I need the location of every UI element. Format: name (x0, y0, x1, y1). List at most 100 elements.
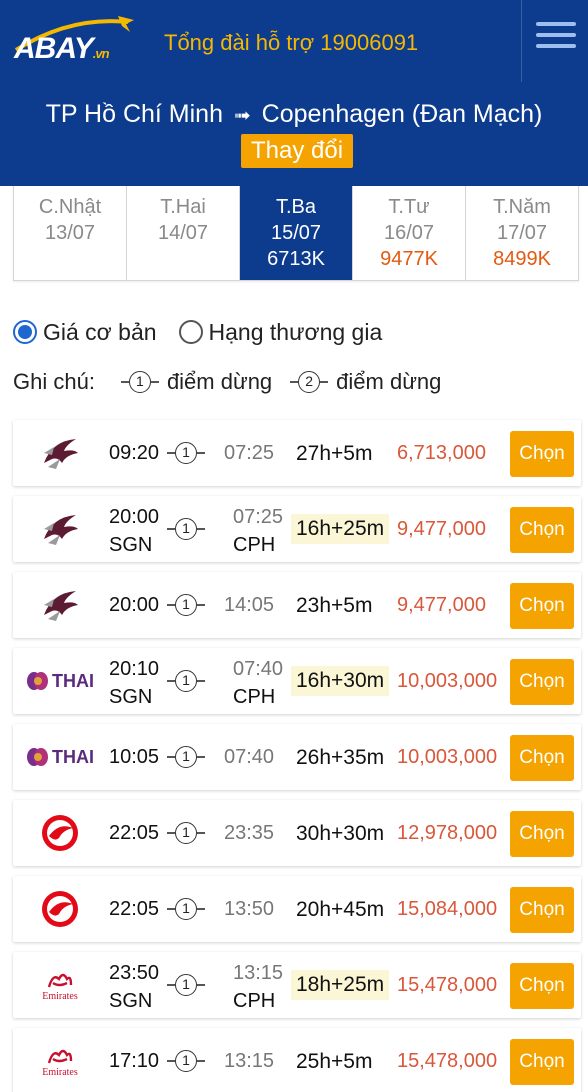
flight-row[interactable]: THAI 10:05 1 07:40 26h+35m 10,003,000 Chọn (13, 724, 581, 790)
departure-time: 22:05 (109, 822, 160, 844)
departure-airport-code: SGN (109, 990, 153, 1012)
abay-logo[interactable]: ABAY.vn (10, 10, 140, 70)
date-tab-date: 14/07 (157, 222, 209, 244)
select-flight-button[interactable]: Chọn (510, 507, 574, 553)
flight-row[interactable]: Emirates 17:10 1 13:15 25h+5m 15,478,000 Chọn (13, 1028, 581, 1092)
date-tab[interactable]: T.Năm 17/07 8499K (466, 186, 578, 280)
one-stop-icon: 1 (167, 746, 205, 768)
one-stop-icon: 1 (167, 670, 205, 692)
select-flight-button[interactable]: Chọn (510, 659, 574, 705)
flight-times: 20:00 1 07:25 SGN CPH (109, 496, 289, 562)
arrival-time: 07:25 (233, 506, 284, 528)
date-tab[interactable]: T.Tư 16/07 9477K (353, 186, 466, 280)
airline-logo: Emirates (19, 958, 101, 1012)
one-stop-icon: 1 (167, 518, 205, 540)
flight-times: 10:05 1 07:40 (109, 724, 289, 790)
date-tab[interactable]: T.Ba 15/07 6713K (240, 186, 353, 280)
one-stop-icon: 1 (120, 371, 159, 393)
radio-checked-icon[interactable] (13, 320, 37, 344)
select-flight-button[interactable]: Chọn (510, 1039, 574, 1085)
route-origin: TP Hồ Chí Minh (45, 100, 223, 128)
thai-airways-logo: THAI (26, 746, 94, 768)
flight-duration: 20h+45m (296, 898, 385, 921)
flight-row[interactable]: 22:05 1 13:50 20h+45m 15,084,000 Chọn (13, 876, 581, 942)
one-stop-icon: 1 (167, 442, 205, 464)
date-tab-day: T.Ba (275, 196, 317, 218)
select-flight-button[interactable]: Chọn (510, 963, 574, 1009)
change-route-button[interactable]: Thay đổi (241, 134, 353, 168)
hotline-text: Tổng đài hỗ trợ 19006091 (164, 30, 419, 55)
flight-duration: 18h+25m (291, 970, 390, 1000)
flight-list: 09:20 1 07:25 27h+5m 6,713,000 Chọn 20:00 1 07:… (13, 420, 581, 1092)
date-tab-day: C.Nhật (38, 196, 102, 218)
flight-duration: 23h+5m (296, 594, 373, 617)
departure-time: 22:05 (109, 898, 160, 920)
date-tab-day: T.Hai (160, 196, 206, 218)
flight-duration: 16h+30m (291, 666, 390, 696)
select-flight-button[interactable]: Chọn (510, 735, 574, 781)
flight-row[interactable]: 09:20 1 07:25 27h+5m 6,713,000 Chọn (13, 420, 581, 486)
airline-logo (19, 882, 101, 936)
date-tab[interactable]: T.Hai 14/07 (127, 186, 240, 280)
select-flight-button[interactable]: Chọn (510, 811, 574, 857)
flight-price: 9,477,000 (397, 518, 486, 540)
departure-time: 20:10 (109, 658, 160, 680)
date-tabs: C.Nhật 13/07 T.Hai 14/07 T.Ba 15/07 6713K T.Tư 1… (13, 186, 579, 281)
flight-times: 17:10 1 13:15 (109, 1028, 289, 1092)
departure-time: 10:05 (109, 746, 160, 768)
date-tab-date: 16/07 (383, 222, 435, 244)
date-tab-day: T.Tư (388, 196, 430, 218)
flight-duration: 26h+35m (296, 746, 385, 769)
one-stop-icon: 1 (167, 822, 205, 844)
one-stop-icon: 1 (167, 1050, 205, 1072)
date-tab-day: T.Năm (493, 196, 551, 218)
select-flight-button[interactable]: Chọn (510, 583, 574, 629)
arrival-airport-code: CPH (233, 534, 276, 556)
flight-price: 12,978,000 (397, 822, 498, 844)
flight-price: 9,477,000 (397, 594, 486, 616)
qatar-airways-logo (44, 439, 78, 469)
select-flight-button[interactable]: Chọn (510, 887, 574, 933)
flight-row[interactable]: Emirates 23:50 1 13:15 SGN CPH 18h+25m 15,478,… (13, 952, 581, 1018)
fare-business-radio[interactable]: Hạng thương gia (178, 318, 383, 346)
arrival-time: 13:50 (224, 898, 275, 920)
date-tab-date: 13/07 (44, 222, 96, 244)
flight-row[interactable]: 20:00 1 07:25 SGN CPH 16h+25m 9,477,000 Chọn (13, 496, 581, 562)
qatar-airways-logo (44, 591, 78, 621)
date-tab-price: 8499K (493, 248, 551, 270)
flight-times: 22:05 1 23:35 (109, 800, 289, 866)
legend-two-stops: 2 điểm dừng (290, 369, 441, 395)
fare-business-label: Hạng thương gia (208, 318, 383, 345)
emirates-calligraphy-icon (47, 1049, 73, 1063)
thai-airways-logo: THAI (26, 670, 94, 692)
flight-duration: 25h+5m (296, 1050, 373, 1073)
flight-row[interactable]: THAI 20:10 1 07:40 SGN CPH 16h+30m 10,003,000 C… (13, 648, 581, 714)
one-stop-icon: 1 (167, 898, 205, 920)
arrow-right-icon: ➟ (233, 105, 251, 127)
arrival-time: 23:35 (224, 822, 275, 844)
airline-logo (19, 426, 101, 480)
hamburger-icon[interactable] (536, 22, 580, 56)
flight-row[interactable]: 22:05 1 23:35 30h+30m 12,978,000 Chọn (13, 800, 581, 866)
legend-one-stop-text: điểm dừng (166, 369, 273, 394)
flight-times: 20:10 1 07:40 SGN CPH (109, 648, 289, 714)
fare-basic-radio[interactable]: Giá cơ bản (13, 319, 157, 346)
one-stop-icon: 1 (167, 974, 205, 996)
airline-logo: Emirates (19, 1034, 101, 1088)
arrival-time: 07:40 (224, 746, 275, 768)
thai-orchid-icon (27, 672, 48, 690)
flight-price: 6,713,000 (397, 442, 486, 464)
date-tab-date: 15/07 (270, 222, 322, 244)
select-flight-button[interactable]: Chọn (510, 431, 574, 477)
date-tab[interactable]: C.Nhật 13/07 (14, 186, 127, 280)
flight-row[interactable]: 20:00 1 14:05 23h+5m 9,477,000 Chọn (13, 572, 581, 638)
one-stop-icon: 1 (167, 594, 205, 616)
two-stops-icon: 2 (290, 371, 329, 393)
departure-time: 09:20 (109, 442, 160, 464)
top-bar: ABAY.vn Tổng đài hỗ trợ 19006091 (0, 0, 588, 90)
turkish-airlines-logo (42, 815, 78, 851)
divider (521, 0, 522, 82)
departure-time: 20:00 (109, 594, 160, 616)
legend-one-stop: 1 điểm dừng (120, 369, 273, 395)
radio-unchecked-icon[interactable] (178, 320, 203, 344)
